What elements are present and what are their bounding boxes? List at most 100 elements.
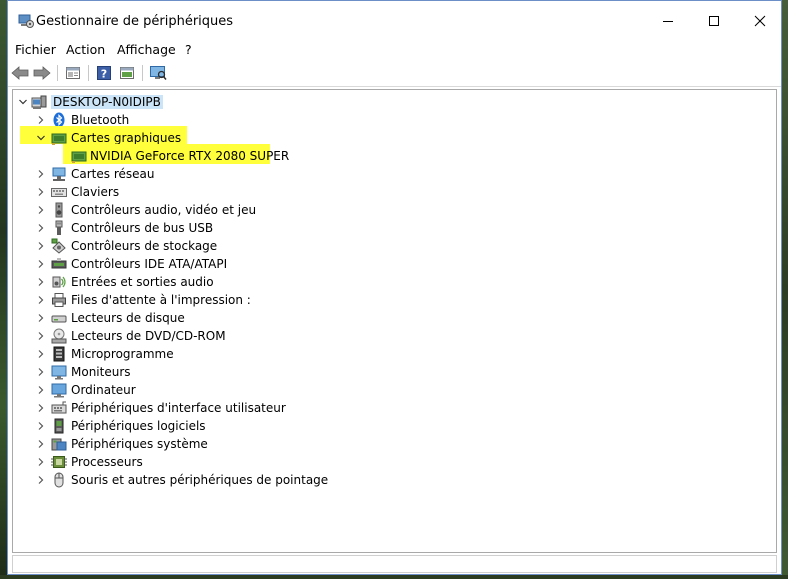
tree-category-ordinateur[interactable]: Ordinateur	[13, 381, 776, 399]
monitor-icon	[51, 364, 67, 380]
category-label: Moniteurs	[71, 365, 131, 379]
minimize-button[interactable]	[645, 1, 691, 41]
update-driver-icon	[120, 67, 134, 79]
close-icon	[754, 15, 766, 27]
category-label: Lecteurs de disque	[71, 311, 185, 325]
tree-category-stockage[interactable]: Contrôleurs de stockage	[13, 237, 776, 255]
category-label: Ordinateur	[71, 383, 136, 397]
chevron-right-icon[interactable]	[35, 474, 47, 486]
desktop-background-bottom	[0, 575, 788, 579]
tree-category-souris[interactable]: Souris et autres périphériques de pointa…	[13, 471, 776, 489]
tree-category-microprogramme[interactable]: Microprogramme	[13, 345, 776, 363]
menu-fichier[interactable]: Fichier	[15, 42, 56, 57]
software-device-icon	[51, 418, 67, 434]
device-manager-window: Gestionnaire de périphériques Fichier Ac…	[7, 0, 782, 575]
tree-root[interactable]: DESKTOP-N0IDIPB	[13, 93, 776, 111]
desktop-background-right	[782, 0, 788, 579]
tree-category-moniteurs[interactable]: Moniteurs	[13, 363, 776, 381]
menu-affichage[interactable]: Affichage	[117, 42, 176, 57]
chevron-right-icon[interactable]	[35, 204, 47, 216]
chevron-right-icon[interactable]	[35, 438, 47, 450]
firmware-icon	[51, 346, 67, 362]
category-label: Contrôleurs de stockage	[71, 239, 218, 253]
update-driver-button[interactable]	[117, 63, 137, 83]
audio-icon	[51, 202, 67, 218]
chevron-right-icon[interactable]	[35, 348, 47, 360]
maximize-button[interactable]	[691, 1, 737, 41]
ide-controller-icon	[51, 256, 67, 272]
scan-hardware-button[interactable]	[148, 63, 168, 83]
tree-category-audio-io[interactable]: Entrées et sorties audio	[13, 273, 776, 291]
category-label: Périphériques logiciels	[71, 419, 206, 433]
forward-button[interactable]	[32, 63, 52, 83]
chevron-right-icon[interactable]	[35, 312, 47, 324]
chevron-right-icon[interactable]	[35, 402, 47, 414]
status-bar	[12, 555, 777, 573]
chevron-down-icon[interactable]	[35, 132, 47, 144]
tree-category-audio-video-jeu[interactable]: Contrôleurs audio, vidéo et jeu	[13, 201, 776, 219]
tree-category-ide-ata-atapi[interactable]: Contrôleurs IDE ATA/ATAPI	[13, 255, 776, 273]
chevron-right-icon[interactable]	[35, 330, 47, 342]
tree-category-bus-usb[interactable]: Contrôleurs de bus USB	[13, 219, 776, 237]
category-label: Microprogramme	[71, 347, 174, 361]
network-adapter-icon	[51, 166, 67, 182]
scan-hardware-icon	[150, 66, 167, 80]
chevron-down-icon[interactable]	[17, 96, 29, 108]
properties-icon	[66, 67, 80, 79]
keyboard-icon	[51, 184, 67, 200]
chevron-right-icon[interactable]	[35, 186, 47, 198]
category-label: Périphériques d'interface utilisateur	[71, 401, 286, 415]
category-label: Contrôleurs IDE ATA/ATAPI	[71, 257, 228, 271]
menu-help[interactable]: ?	[185, 42, 192, 57]
tree-category-claviers[interactable]: Claviers	[13, 183, 776, 201]
tree-category-impression[interactable]: Files d'attente à l'impression :	[13, 291, 776, 309]
toolbar-separator	[57, 65, 58, 81]
tree-category-cartes-reseau[interactable]: Cartes réseau	[13, 165, 776, 183]
computer-icon	[51, 382, 67, 398]
minimize-icon	[663, 21, 673, 22]
chevron-right-icon[interactable]	[35, 222, 47, 234]
printer-icon	[51, 292, 67, 308]
category-label: Contrôleurs audio, vidéo et jeu	[71, 203, 257, 217]
tree-device-nvidia-gpu[interactable]: NVIDIA GeForce RTX 2080 SUPER	[13, 147, 776, 165]
title-bar[interactable]: Gestionnaire de périphériques	[8, 1, 781, 41]
close-button[interactable]	[737, 1, 783, 41]
category-label: Files d'attente à l'impression :	[71, 293, 251, 307]
usb-icon	[51, 220, 67, 236]
chevron-right-icon[interactable]	[35, 276, 47, 288]
chevron-right-icon[interactable]	[35, 384, 47, 396]
tree-category-systeme[interactable]: Périphériques système	[13, 435, 776, 453]
chevron-right-icon[interactable]	[35, 366, 47, 378]
category-label: Cartes réseau	[71, 167, 155, 181]
tree-category-processeurs[interactable]: Processeurs	[13, 453, 776, 471]
properties-button[interactable]	[63, 63, 83, 83]
tree-category-hid[interactable]: Périphériques d'interface utilisateur	[13, 399, 776, 417]
chevron-right-icon[interactable]	[35, 294, 47, 306]
chevron-right-icon[interactable]	[35, 456, 47, 468]
tree-category-lecteurs-disque[interactable]: Lecteurs de disque	[13, 309, 776, 327]
menu-action[interactable]: Action	[66, 42, 105, 57]
disk-drive-icon	[51, 310, 67, 326]
device-tree[interactable]: DESKTOP-N0IDIPB Bluetooth Cartes graphiq…	[12, 89, 777, 553]
help-icon: ?	[97, 66, 111, 81]
back-button[interactable]	[10, 63, 30, 83]
computer-icon	[31, 94, 47, 110]
help-button[interactable]: ?	[94, 63, 114, 83]
tree-category-dvd-cdrom[interactable]: Lecteurs de DVD/CD-ROM	[13, 327, 776, 345]
back-arrow-icon	[11, 66, 29, 80]
root-computer-name: DESKTOP-N0IDIPB	[51, 95, 163, 109]
toolbar-separator	[88, 65, 89, 81]
mouse-icon	[51, 472, 67, 488]
audio-io-icon	[51, 274, 67, 290]
toolbar-separator	[142, 65, 143, 81]
chevron-right-icon[interactable]	[35, 420, 47, 432]
storage-controller-icon	[51, 238, 67, 254]
tree-category-logiciels[interactable]: Périphériques logiciels	[13, 417, 776, 435]
chevron-right-icon[interactable]	[35, 258, 47, 270]
chevron-right-icon[interactable]	[35, 240, 47, 252]
forward-arrow-icon	[33, 66, 51, 80]
chevron-right-icon[interactable]	[35, 114, 47, 126]
chevron-right-icon[interactable]	[35, 168, 47, 180]
category-label: Processeurs	[71, 455, 143, 469]
device-label: NVIDIA GeForce RTX 2080 SUPER	[90, 149, 290, 163]
